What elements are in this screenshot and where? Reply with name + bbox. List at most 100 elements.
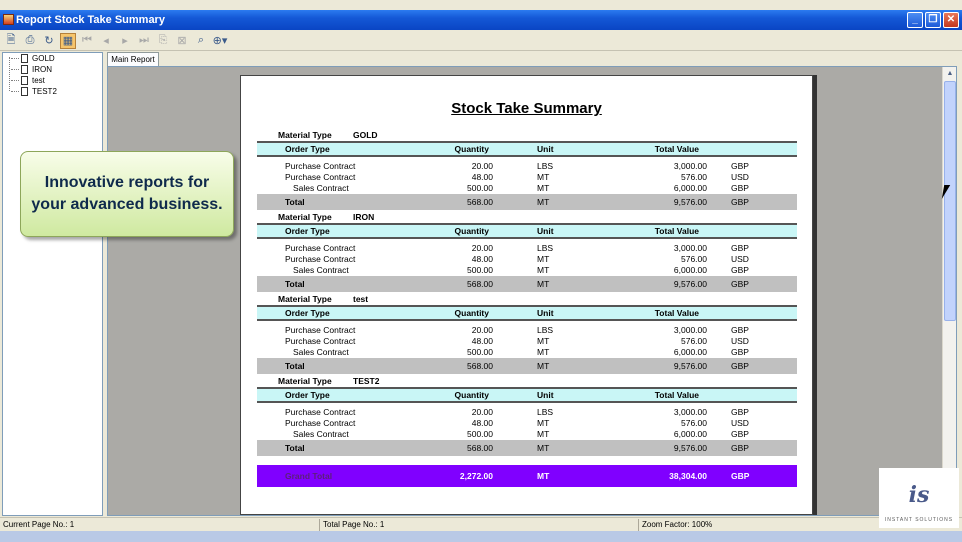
table-row: Sales Contract 500.00 MT 6,000.00 GBP [257, 264, 797, 275]
report-window: Report Stock Take Summary _ ❐ ✕ 🗎 ⎙ ↻ ▦ … [0, 0, 962, 542]
cell-order-type: Purchase Contract [285, 406, 356, 417]
cell-unit: MT [537, 182, 550, 193]
stop-icon[interactable]: ⊠ [174, 33, 190, 49]
close-button[interactable]: ✕ [943, 12, 959, 28]
table-row: Purchase Contract 20.00 LBS 3,000.00 GBP [257, 324, 797, 335]
scroll-thumb[interactable] [944, 81, 956, 321]
material-type-value: IRON [353, 212, 375, 222]
total-label: Total [285, 279, 305, 289]
total-page-status: Total Page No.: 1 [323, 520, 385, 529]
cell-order-type: Purchase Contract [285, 242, 356, 253]
cell-unit: MT [537, 428, 550, 439]
title-bar[interactable]: Report Stock Take Summary _ ❐ ✕ [0, 10, 962, 30]
header-unit: Unit [537, 144, 554, 154]
zoom-icon[interactable]: ⊕▾ [212, 33, 228, 49]
cell-order-type: Sales Contract [293, 346, 349, 357]
restore-button[interactable]: ❐ [925, 12, 941, 28]
total-unit: MT [537, 197, 550, 207]
last-page-icon[interactable]: ⏭ [136, 33, 152, 49]
report-page: Stock Take Summary Material Type GOLD Orde… [240, 75, 813, 515]
total-label: Total [285, 361, 305, 371]
vertical-scrollbar[interactable]: ▲ [942, 67, 956, 515]
total-value: 9,576.00 [673, 279, 707, 289]
refresh-icon[interactable]: ↻ [41, 33, 57, 49]
minimize-button[interactable]: _ [907, 12, 923, 28]
total-value: 9,576.00 [673, 197, 707, 207]
total-value: 9,576.00 [673, 361, 707, 371]
search-icon[interactable]: ⌕ [193, 33, 209, 49]
report-title: Stock Take Summary [451, 100, 602, 117]
header-unit: Unit [537, 226, 554, 236]
table-row: Purchase Contract 20.00 LBS 3,000.00 GBP [257, 406, 797, 417]
tree-item-label: IRON [32, 65, 52, 74]
export-icon[interactable]: 🗎 [3, 33, 19, 49]
cell-quantity: 500.00 [467, 264, 493, 275]
total-currency: GBP [731, 197, 749, 207]
cell-currency: GBP [731, 346, 749, 357]
material-type-value: test [353, 294, 369, 304]
cell-total-value: 6,000.00 [673, 428, 707, 439]
cell-quantity: 500.00 [467, 346, 493, 357]
tree-item-gold[interactable]: GOLD [11, 53, 55, 64]
tree-item-label: test [32, 76, 45, 85]
cell-quantity: 20.00 [471, 324, 493, 335]
cell-order-type: Purchase Contract [285, 417, 356, 428]
cell-quantity: 20.00 [471, 242, 493, 253]
material-type-label: Material Type GOLD [278, 130, 378, 140]
prev-page-icon[interactable]: ◂ [98, 33, 114, 49]
table-header: Order Type Quantity Unit Total Value [257, 223, 797, 239]
header-total-value: Total Value [654, 144, 699, 154]
document-icon [21, 76, 28, 85]
total-value: 9,576.00 [673, 443, 707, 453]
cell-currency: GBP [731, 428, 749, 439]
cell-total-value: 576.00 [681, 253, 707, 264]
cell-currency: GBP [731, 264, 749, 275]
header-order-type: Order Type [285, 144, 330, 154]
print-icon[interactable]: ⎙ [22, 33, 38, 49]
total-label: Total [285, 443, 305, 453]
total-quantity: 568.00 [467, 279, 493, 289]
tree-item-iron[interactable]: IRON [11, 64, 52, 75]
grand-total-unit: MT [537, 471, 550, 481]
table-row: Purchase Contract 48.00 MT 576.00 USD [257, 171, 797, 182]
next-page-icon[interactable]: ▸ [117, 33, 133, 49]
header-quantity: Quantity [454, 308, 489, 318]
toggle-tree-icon[interactable]: ▦ [60, 32, 76, 49]
cell-unit: LBS [537, 242, 554, 253]
logo-mark: is [908, 482, 930, 508]
tree-line [9, 57, 10, 91]
material-type-value: TEST2 [353, 376, 380, 386]
callout-line-1: Innovative reports for [44, 174, 210, 191]
material-type-caption: Material Type [278, 212, 332, 222]
toolbar: 🗎 ⎙ ↻ ▦ ⏮ ◂ ▸ ⏭ ⎘ ⊠ ⌕ ⊕▾ [0, 31, 962, 51]
cell-total-value: 576.00 [681, 335, 707, 346]
cell-total-value: 3,000.00 [673, 406, 707, 417]
cell-unit: MT [537, 346, 550, 357]
header-unit: Unit [537, 390, 554, 400]
table-row: Purchase Contract 20.00 LBS 3,000.00 GBP [257, 242, 797, 253]
goto-page-icon[interactable]: ⎘ [155, 33, 171, 49]
table-row: Purchase Contract 48.00 MT 576.00 USD [257, 253, 797, 264]
material-type-caption: Material Type [278, 130, 332, 140]
cell-currency: GBP [731, 406, 749, 417]
cell-unit: MT [537, 253, 550, 264]
grand-total-quantity: 2,272.00 [459, 471, 493, 481]
document-icon [21, 65, 28, 74]
scroll-up-icon[interactable]: ▲ [944, 68, 956, 80]
cell-currency: GBP [731, 324, 749, 335]
header-total-value: Total Value [654, 226, 699, 236]
tree-item-test[interactable]: test [11, 75, 45, 86]
cell-total-value: 6,000.00 [673, 264, 707, 275]
grand-total-row: Grand Total 2,272.00 MT 38,304.00 GBP [257, 465, 797, 487]
tab-main-report[interactable]: Main Report [107, 52, 159, 66]
current-page-status: Current Page No.: 1 [3, 520, 75, 529]
tree-item-test2[interactable]: TEST2 [11, 86, 57, 97]
first-page-icon[interactable]: ⏮ [79, 33, 95, 49]
header-order-type: Order Type [285, 226, 330, 236]
header-unit: Unit [537, 308, 554, 318]
total-unit: MT [537, 443, 550, 453]
cell-order-type: Purchase Contract [285, 160, 356, 171]
group-total-row: Total 568.00 MT 9,576.00 GBP [257, 358, 797, 374]
total-unit: MT [537, 361, 550, 371]
logo-text: INSTANT SOLUTIONS [884, 517, 954, 523]
